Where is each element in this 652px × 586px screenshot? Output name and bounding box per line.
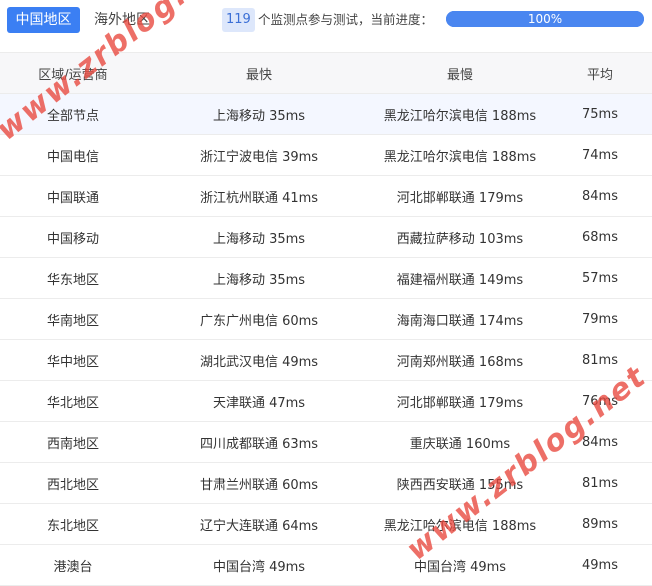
cell-average: 81ms xyxy=(582,475,618,491)
cell-average: 79ms xyxy=(582,311,618,327)
cell-average: 84ms xyxy=(582,434,618,450)
cell-slowest: 河南郑州联通 168ms xyxy=(396,354,524,370)
top-bar: 中国地区 海外地区 119 个监测点参与测试，当前进度： 100% xyxy=(0,0,652,40)
cell-slowest: 中国台湾 49ms xyxy=(413,559,507,575)
results-table: 区域/运营商 最快 最慢 平均 全部节点 上海移动 35ms 黑龙江哈尔滨电信 18… xyxy=(0,52,652,586)
cell-fastest: 上海移动 35ms xyxy=(212,272,306,288)
cell-fastest: 中国台湾 49ms xyxy=(212,559,306,575)
cell-region: 中国联通 xyxy=(46,190,99,206)
table-row[interactable]: 华北地区 天津联通 47ms 河北邯郸联通 179ms 76ms xyxy=(0,381,652,422)
cell-slowest: 福建福州联通 149ms xyxy=(396,272,524,288)
cell-fastest: 甘肃兰州联通 60ms xyxy=(199,477,319,493)
table-body: 全部节点 上海移动 35ms 黑龙江哈尔滨电信 188ms 75ms 中国电信 浙江宁波电… xyxy=(0,94,652,586)
cell-fastest: 广东广州电信 60ms xyxy=(199,313,319,329)
table-row[interactable]: 中国移动 上海移动 35ms 西藏拉萨移动 103ms 68ms xyxy=(0,217,652,258)
cell-slowest: 西藏拉萨移动 103ms xyxy=(396,231,524,247)
cell-region: 中国电信 xyxy=(46,149,99,165)
cell-fastest: 辽宁大连联通 64ms xyxy=(199,518,319,534)
column-header-slowest[interactable]: 最慢 xyxy=(372,53,548,93)
column-header-average[interactable]: 平均 xyxy=(548,53,652,93)
table-row[interactable]: 港澳台 中国台湾 49ms 中国台湾 49ms 49ms xyxy=(0,545,652,586)
cell-slowest: 陕西西安联通 155ms xyxy=(396,477,524,493)
cell-average: 68ms xyxy=(582,229,618,245)
cell-region: 港澳台 xyxy=(53,559,93,575)
monitor-progress-text: 个监测点参与测试，当前进度： xyxy=(258,12,434,27)
cell-region: 华南地区 xyxy=(46,313,99,329)
tab-china-region[interactable]: 中国地区 xyxy=(7,7,80,33)
cell-region: 华北地区 xyxy=(46,395,99,411)
cell-region: 华中地区 xyxy=(46,354,99,370)
cell-fastest: 浙江宁波电信 39ms xyxy=(199,149,319,165)
cell-average: 89ms xyxy=(582,516,618,532)
table-row[interactable]: 华东地区 上海移动 35ms 福建福州联通 149ms 57ms xyxy=(0,258,652,299)
cell-average: 75ms xyxy=(582,106,618,122)
cell-average: 74ms xyxy=(582,147,618,163)
cell-fastest: 上海移动 35ms xyxy=(212,108,306,124)
cell-average: 57ms xyxy=(582,270,618,286)
table-header: 区域/运营商 最快 最慢 平均 xyxy=(0,52,652,94)
cell-region: 西南地区 xyxy=(46,436,99,452)
cell-fastest: 浙江杭州联通 41ms xyxy=(199,190,319,206)
cell-fastest: 上海移动 35ms xyxy=(212,231,306,247)
cell-average: 84ms xyxy=(582,188,618,204)
cell-region: 中国移动 xyxy=(46,231,99,247)
table-row[interactable]: 华南地区 广东广州电信 60ms 海南海口联通 174ms 79ms xyxy=(0,299,652,340)
cell-slowest: 海南海口联通 174ms xyxy=(396,313,524,329)
table-row[interactable]: 西北地区 甘肃兰州联通 60ms 陕西西安联通 155ms 81ms xyxy=(0,463,652,504)
table-row[interactable]: 华中地区 湖北武汉电信 49ms 河南郑州联通 168ms 81ms xyxy=(0,340,652,381)
cell-region: 全部节点 xyxy=(46,108,99,124)
table-row[interactable]: 西南地区 四川成都联通 63ms 重庆联通 160ms 84ms xyxy=(0,422,652,463)
cell-region: 西北地区 xyxy=(46,477,99,493)
cell-slowest: 河北邯郸联通 179ms xyxy=(396,395,524,411)
tab-overseas-region[interactable]: 海外地区 xyxy=(94,7,150,33)
cell-fastest: 四川成都联通 63ms xyxy=(199,436,319,452)
cell-slowest: 河北邯郸联通 179ms xyxy=(396,190,524,206)
progress-label: 100% xyxy=(527,12,563,26)
table-row[interactable]: 中国联通 浙江杭州联通 41ms 河北邯郸联通 179ms 84ms xyxy=(0,176,652,217)
cell-slowest: 重庆联通 160ms xyxy=(409,436,511,452)
cell-average: 81ms xyxy=(582,352,618,368)
table-row[interactable]: 中国电信 浙江宁波电信 39ms 黑龙江哈尔滨电信 188ms 74ms xyxy=(0,135,652,176)
cell-average: 76ms xyxy=(582,393,618,409)
cell-fastest: 天津联通 47ms xyxy=(212,395,306,411)
table-row[interactable]: 全部节点 上海移动 35ms 黑龙江哈尔滨电信 188ms 75ms xyxy=(0,94,652,135)
cell-fastest: 湖北武汉电信 49ms xyxy=(199,354,319,370)
monitor-count-badge: 119 xyxy=(222,8,255,32)
column-header-fastest[interactable]: 最快 xyxy=(146,53,372,93)
cell-slowest: 黑龙江哈尔滨电信 188ms xyxy=(383,518,537,534)
cell-region: 华东地区 xyxy=(46,272,99,288)
cell-slowest: 黑龙江哈尔滨电信 188ms xyxy=(383,149,537,165)
column-header-region[interactable]: 区域/运营商 xyxy=(0,53,146,93)
cell-region: 东北地区 xyxy=(46,518,99,534)
progress-bar: 100% xyxy=(446,11,644,27)
cell-slowest: 黑龙江哈尔滨电信 188ms xyxy=(383,108,537,124)
cell-average: 49ms xyxy=(582,557,618,573)
table-row[interactable]: 东北地区 辽宁大连联通 64ms 黑龙江哈尔滨电信 188ms 89ms xyxy=(0,504,652,545)
